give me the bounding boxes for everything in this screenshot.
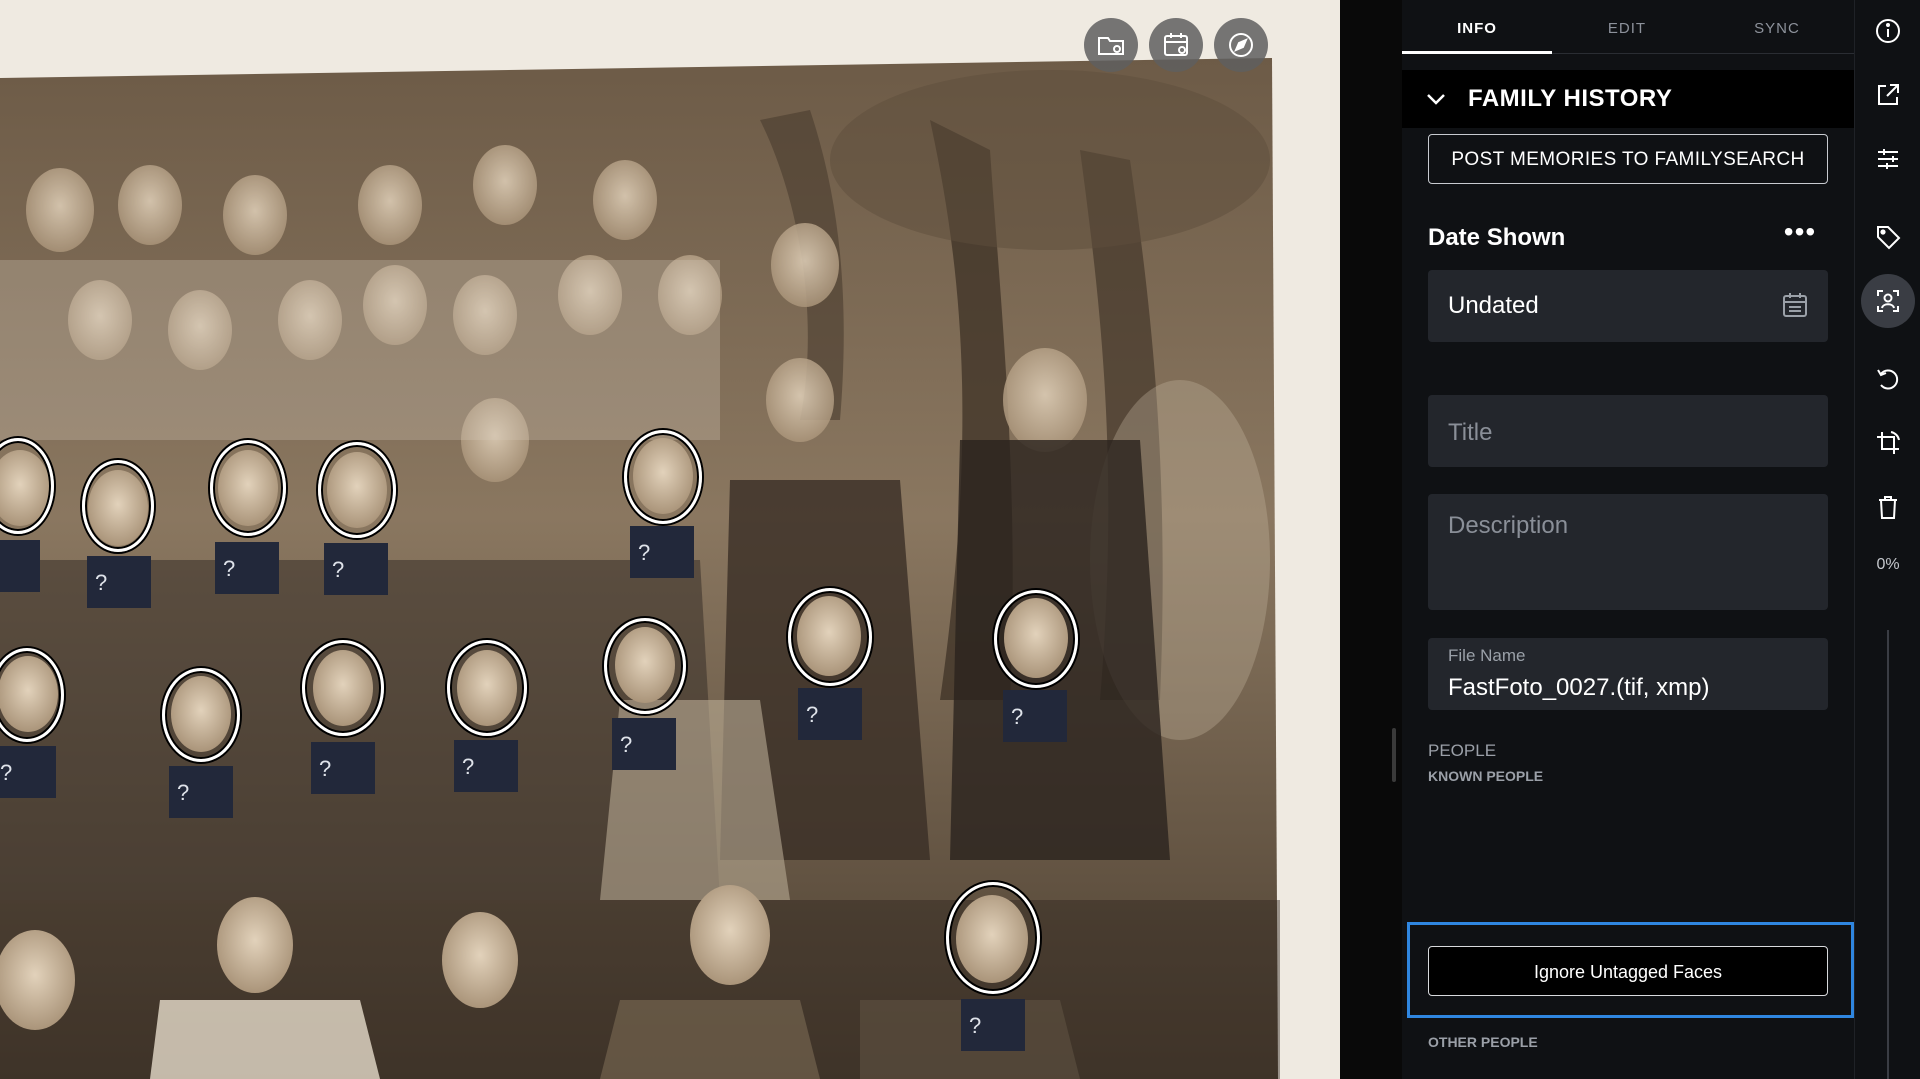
face-marker[interactable] [162, 668, 240, 762]
open-external-button[interactable] [1861, 68, 1915, 122]
face-marker[interactable] [946, 882, 1040, 994]
rotate-icon [1877, 369, 1899, 390]
face-tag-6[interactable]: ? [0, 746, 56, 798]
info-button[interactable] [1861, 4, 1915, 58]
description-placeholder: Description [1448, 512, 1569, 539]
more-options-icon[interactable]: ••• [1780, 218, 1820, 252]
tag-button[interactable] [1861, 210, 1915, 264]
open-external-icon [1878, 84, 1899, 105]
face-marker[interactable] [302, 640, 384, 736]
face-tag-10[interactable]: ? [612, 718, 676, 770]
face-tag-4[interactable]: ? [324, 543, 388, 595]
family-history-header[interactable]: FAMILY HISTORY [1402, 70, 1854, 128]
face-tag-2[interactable]: ? [87, 556, 151, 608]
face-tag-11[interactable]: ? [798, 688, 862, 740]
date-shown-label: Date Shown [1428, 224, 1566, 251]
right-toolbar: 0% [1854, 0, 1920, 1079]
face-recognition-button[interactable] [1861, 274, 1915, 328]
trash-icon [1879, 496, 1897, 519]
ignore-untagged-faces-button[interactable]: Ignore Untagged Faces [1428, 946, 1828, 996]
file-name-value: FastFoto_0027.(tif, xmp) [1448, 674, 1710, 701]
face-tag-1[interactable]: ? [0, 540, 40, 592]
face-marker[interactable] [318, 442, 396, 538]
compass-icon [1229, 33, 1253, 57]
calendar-view-icon [1164, 33, 1188, 56]
calendar-icon[interactable] [1780, 290, 1810, 320]
tab-info[interactable]: INFO [1402, 0, 1552, 54]
date-value: Undated [1448, 292, 1539, 319]
date-field[interactable]: Undated [1428, 270, 1828, 342]
face-marker[interactable] [447, 640, 527, 736]
face-marker[interactable] [994, 590, 1078, 688]
info-icon [1876, 19, 1900, 43]
adjustments-icon [1878, 149, 1898, 169]
tab-sync[interactable]: SYNC [1702, 0, 1852, 54]
title-placeholder: Title [1448, 419, 1493, 446]
photo-toolbar [1084, 18, 1268, 72]
section-title: FAMILY HISTORY [1468, 85, 1673, 112]
known-people-label: KNOWN PEOPLE [1428, 768, 1544, 784]
chevron-down-icon [1427, 94, 1445, 105]
face-marker[interactable] [624, 430, 702, 524]
title-field[interactable]: Title [1428, 395, 1828, 467]
face-tag-7[interactable]: ? [169, 766, 233, 818]
face-recognition-icon [1877, 290, 1899, 312]
face-tag-8[interactable]: ? [311, 742, 375, 794]
face-marker[interactable] [210, 440, 286, 536]
face-tag-9[interactable]: ? [454, 740, 518, 792]
panel-tabs: INFO EDIT SYNC [1402, 0, 1854, 54]
map-view-button[interactable] [1214, 18, 1268, 72]
panel-divider [1340, 0, 1402, 1079]
zoom-level: 0% [1876, 556, 1900, 573]
zoom-slider[interactable] [1887, 630, 1889, 1079]
file-name-field: File Name FastFoto_0027.(tif, xmp) [1428, 638, 1828, 710]
face-marker[interactable] [82, 460, 154, 552]
resize-handle[interactable] [1392, 728, 1396, 782]
adjustments-button[interactable] [1861, 132, 1915, 186]
crop-rotate-button[interactable] [1861, 416, 1915, 470]
rotate-button[interactable] [1861, 352, 1915, 406]
face-tag-5[interactable]: ? [630, 526, 694, 578]
folder-view-icon [1098, 37, 1124, 55]
tab-edit[interactable]: EDIT [1552, 0, 1702, 54]
face-marker[interactable] [604, 618, 686, 714]
face-tag-3[interactable]: ? [215, 542, 279, 594]
face-tag-13[interactable]: ? [961, 999, 1025, 1051]
crop-rotate-icon [1877, 431, 1900, 454]
face-tag-12[interactable]: ? [1003, 690, 1067, 742]
description-field[interactable]: Description [1428, 494, 1828, 610]
photo-viewer[interactable]: ? ? ? ? ? ? ? ? ? ? ? ? ? ? [0, 0, 1340, 1079]
file-name-caption: File Name [1448, 646, 1526, 665]
delete-button[interactable] [1861, 480, 1915, 534]
people-label: PEOPLE [1428, 741, 1497, 760]
folder-view-button[interactable] [1084, 18, 1138, 72]
tag-icon [1877, 226, 1901, 250]
face-marker[interactable] [788, 588, 872, 686]
other-people-label: OTHER PEOPLE [1428, 1034, 1538, 1050]
calendar-view-button[interactable] [1149, 18, 1203, 72]
post-memories-button[interactable]: POST MEMORIES TO FAMILYSEARCH [1428, 134, 1828, 184]
info-panel: INFO EDIT SYNC FAMILY HISTORY POST MEMOR… [1402, 0, 1854, 1079]
